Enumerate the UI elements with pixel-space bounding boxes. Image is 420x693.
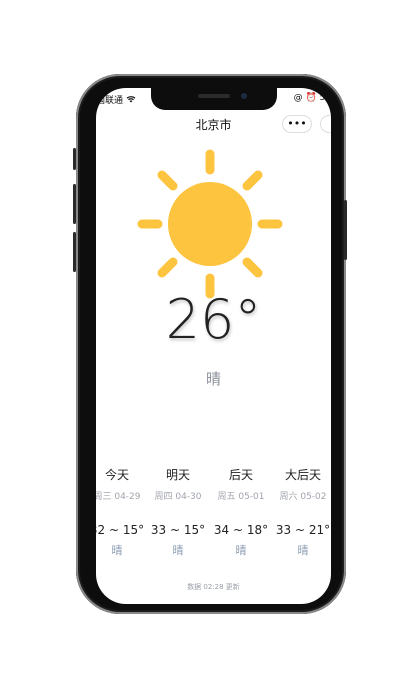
forecast-temp-range: 33 ~ 21° [275,523,331,537]
sun-icon [137,149,283,299]
app-screen: 国联通 @ ⏰ 58 北京市 ••• 26° 晴 今天 周三 04-29 2 ~… [96,88,331,604]
power-button [344,200,347,260]
forecast-temp-range: 33 ~ 15° [150,523,206,537]
wifi-icon [126,96,136,106]
current-temperature: 26° [165,288,262,351]
current-condition: 晴 [205,370,221,388]
forecast-day-name: 大后天 [284,468,321,482]
forecast-day-name: 后天 [228,468,253,482]
side-button [73,148,76,170]
carrier-label: 国联通 [96,96,124,106]
front-camera [240,93,247,99]
status-bar-left: 国联通 [96,93,136,106]
nav-bar: 北京市 ••• [96,112,331,136]
forecast-day: 后天 周五 05-01 34 ~ 18° 晴 [211,466,271,558]
forecast-temp-range: 32 ~ 15° [96,523,145,537]
status-bar-right: @ ⏰ 58 [294,93,331,103]
forecast-condition: 晴 [172,544,184,557]
forecast-date: 周六 05-02 [279,492,327,502]
volume-up-button [73,184,76,224]
forecast-condition: 晴 [297,544,309,557]
close-capsule-button[interactable] [320,115,331,133]
forecast-day-name: 明天 [165,468,190,482]
forecast-date: 周五 05-01 [217,492,265,502]
volume-down-button [73,232,76,272]
lock-rotation-icon: @ [293,93,303,103]
alarm-icon: ⏰ [305,93,317,103]
forecast-date: 周三 04-29 [96,492,141,502]
forecast-day: 今天 周三 04-29 32 ~ 15° 晴 [96,466,147,558]
forecast-day-name: 今天 [104,468,129,482]
speaker [197,94,230,98]
forecast-temp-range: 34 ~ 18° [213,523,269,537]
notch [150,88,277,110]
more-menu-button[interactable]: ••• [282,115,312,133]
forecast-day: 明天 周四 04-30 33 ~ 15° 晴 [148,466,208,558]
update-time-footer: 数据 02:28 更新 [187,583,240,591]
forecast-date: 周四 04-30 [154,492,202,502]
battery-level: 58 [319,93,331,103]
forecast-condition: 晴 [111,544,123,557]
forecast-condition: 晴 [235,544,247,557]
forecast-day: 大后天 周六 05-02 33 ~ 21° 晴 [273,466,331,558]
